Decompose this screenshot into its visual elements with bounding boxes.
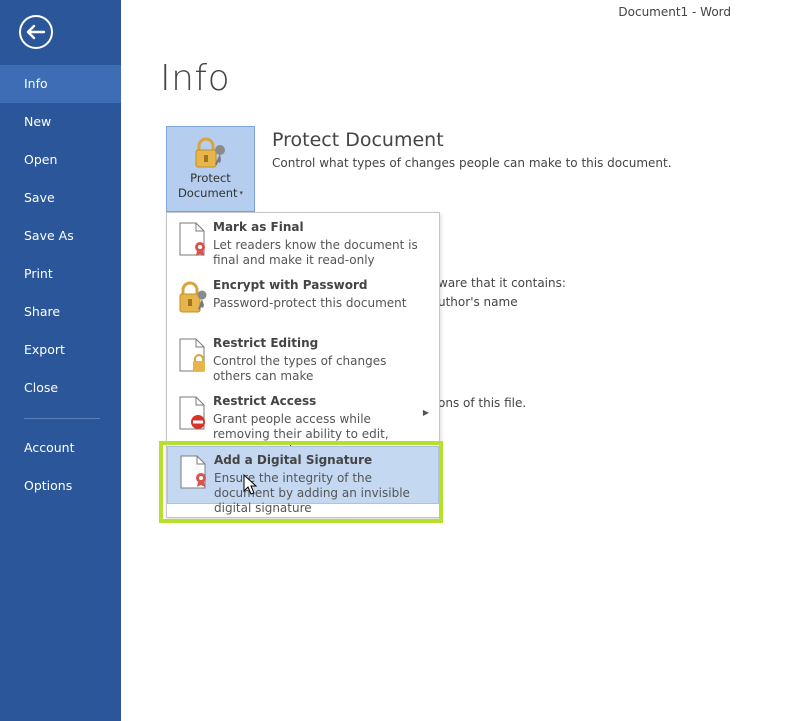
restrict-access-icon [179,396,205,430]
menu-item-title: Encrypt with Password [213,278,368,292]
sidebar-item-save-as[interactable]: Save As [0,217,121,255]
dropdown-caret-icon: ▾ [239,189,244,197]
sidebar-item-close[interactable]: Close [0,369,121,407]
sidebar-item-save[interactable]: Save [0,179,121,217]
menu-item-restrict-editing[interactable]: Restrict Editing Control the types of ch… [167,330,439,388]
sidebar-item-share[interactable]: Share [0,293,121,331]
menu-item-restrict-access[interactable]: Restrict Access Grant people access whil… [167,388,439,456]
sidebar-item-open[interactable]: Open [0,141,121,179]
protect-button-label-line2: Document ▾ [167,186,254,200]
menu-item-title: Restrict Access [213,394,317,408]
menu-item-description: Password-protect this document [213,296,407,310]
page-title: Info [160,58,231,99]
back-arrow-icon [19,15,53,49]
protect-document-button[interactable]: Protect Document ▾ [166,126,255,212]
back-button[interactable] [18,14,54,50]
mark-final-icon [179,222,205,256]
window-title: Document1 - Word [618,5,731,19]
protect-section-heading: Protect Document [272,129,444,151]
menu-item-add-digital-signature[interactable]: Add a Digital Signature Ensure the integ… [167,446,439,515]
menu-item-title: Restrict Editing [213,336,319,350]
menu-item-title: Mark as Final [213,220,304,234]
sidebar-item-print[interactable]: Print [0,255,121,293]
menu-item-mark-as-final[interactable]: Mark as Final Let readers know the docum… [167,214,439,272]
sidebar-item-new[interactable]: New [0,103,121,141]
menu-item-description: Ensure the integrity of the document by … [214,471,410,515]
restrict-editing-icon [179,338,205,372]
menu-item-encrypt-with-password[interactable]: Encrypt with Password Password-protect t… [167,272,439,330]
protect-section-description: Control what types of changes people can… [272,156,672,170]
sidebar-divider [24,418,100,419]
submenu-arrow-icon: ▶ [422,408,429,417]
menu-item-title: Add a Digital Signature [214,453,373,467]
versions-text-fragment: ons of this file. [438,396,527,410]
sidebar-item-options[interactable]: Options [0,467,121,505]
protect-button-label-line1: Protect [190,171,231,185]
sidebar-item-account[interactable]: Account [0,429,121,467]
protect-document-menu: Mark as Final Let readers know the docum… [166,212,440,518]
backstage-sidebar: Info New Open Save Save As Print Share E… [0,0,121,721]
inspect-text-fragment: ware that it contains: [438,276,566,290]
protect-lock-icon [193,137,229,169]
digital-signature-icon [180,455,206,489]
menu-item-description: Let readers know the document is final a… [213,238,418,267]
menu-item-description: Control the types of changes others can … [213,354,387,383]
protect-button-label-text: Document [177,186,238,200]
inspect-text-fragment: uthor's name [438,295,518,309]
sidebar-item-export[interactable]: Export [0,331,121,369]
sidebar-item-info[interactable]: Info [0,65,121,103]
encrypt-lock-icon [179,281,207,313]
